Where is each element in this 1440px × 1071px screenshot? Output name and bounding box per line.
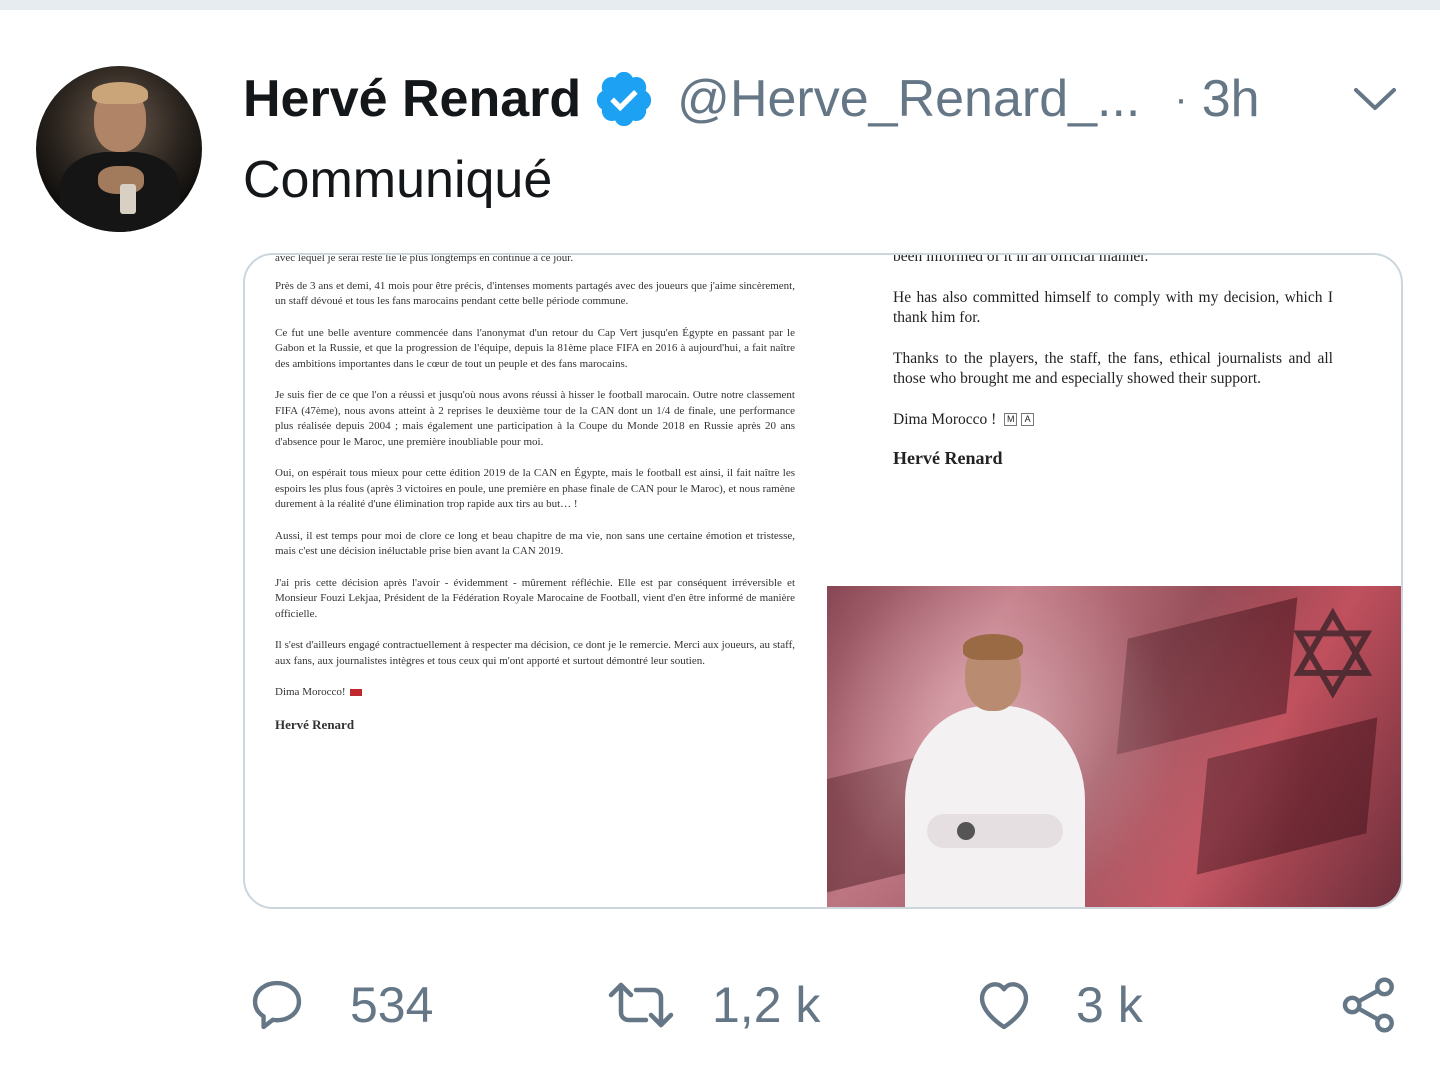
doc-cut-line: been informed of it in an official manne… [893,253,1149,265]
reply-icon [252,980,302,1030]
timestamp[interactable]: 3h [1202,69,1260,129]
author-name[interactable]: Hervé Renard [243,69,581,129]
retweet-icon [608,982,674,1028]
doc-paragraph: Je suis fier de ce que l'on a réussi et … [275,389,795,448]
tweet-media[interactable]: avec lequel je serai resté lié le plus l… [243,253,1403,909]
tweet-header: Hervé Renard @Herve_Renard_... · 3h [243,66,1393,132]
verified-badge-icon [597,71,652,127]
doc-paragraph: J'ai pris cette décision après l'avoir -… [275,576,795,620]
tweet-actions: 534 1,2 k 3 k [0,960,1440,1050]
separator-dot: · [1174,76,1188,121]
statement-english: been informed of it in an official manne… [893,255,1333,489]
retweet-count: 1,2 k [712,977,821,1033]
tweet-text: Communiqué [243,151,553,209]
statement-french: avec lequel je serai resté lié le plus l… [275,255,795,907]
chevron-down-icon[interactable] [1352,84,1398,114]
share-icon [1342,977,1394,1033]
doc-paragraph: Il s'est d'ailleurs engagé contractuelle… [275,639,795,667]
avatar[interactable] [36,66,202,232]
doc-paragraph: He has also committed himself to comply … [893,288,1333,327]
top-divider-strip [0,0,1440,10]
reply-button[interactable]: 534 [246,960,433,1050]
coach-photo[interactable]: ✡ [827,586,1401,907]
reply-count: 534 [350,977,434,1033]
like-button[interactable]: 3 k [972,960,1143,1050]
doc-cut-line: avec lequel je serai resté lié le plus l… [275,253,574,264]
doc-paragraph: Près de 3 ans et demi, 41 mois pour être… [275,279,795,308]
doc-paragraph: Oui, on espérait tous mieux pour cette é… [275,467,795,510]
doc-signature: Hervé Renard [275,716,355,732]
doc-signature: Hervé Renard [893,448,1003,468]
author-handle[interactable]: @Herve_Renard_... [677,69,1140,129]
share-button[interactable] [1338,960,1400,1050]
like-icon [979,982,1029,1030]
doc-paragraph: Thanks to the players, the staff, the fa… [893,349,1333,388]
like-count: 3 k [1076,977,1143,1033]
morocco-flag-icon [349,688,362,696]
doc-paragraph: Aussi, il est temps pour moi de clore ce… [275,529,795,558]
doc-closing: Dima Morocco! [275,685,795,701]
doc-paragraph: Ce fut une belle aventure commencée dans… [275,326,795,370]
retweet-button[interactable]: 1,2 k [606,960,820,1050]
doc-closing: Dima Morocco ! MA [893,410,1333,431]
letter-m-icon: M [1004,413,1018,427]
letter-a-icon: A [1021,413,1035,427]
